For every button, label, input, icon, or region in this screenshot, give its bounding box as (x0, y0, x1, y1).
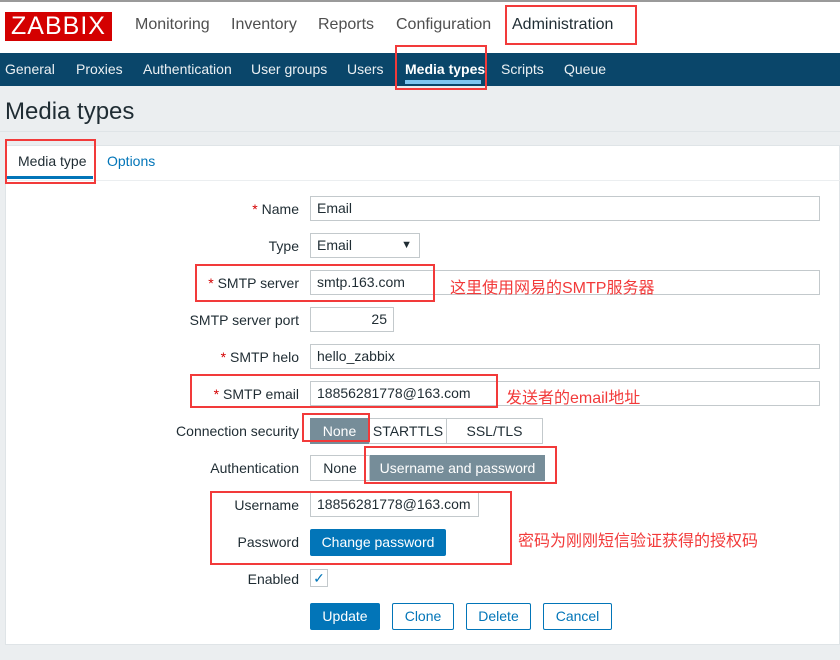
name-input[interactable]: Email (310, 196, 820, 221)
connection-security-label: Connection security (176, 423, 299, 439)
delete-button[interactable]: Delete (466, 603, 531, 630)
annotation-box (190, 374, 498, 408)
tab-options[interactable]: Options (107, 153, 155, 169)
chevron-down-icon: ▼ (401, 239, 412, 251)
menu-reports[interactable]: Reports (318, 16, 374, 34)
authentication-label: Authentication (210, 460, 299, 476)
type-select[interactable]: Email ▼ (310, 233, 420, 258)
security-starttls[interactable]: STARTTLS (369, 418, 447, 444)
menu-inventory[interactable]: Inventory (231, 16, 297, 34)
menu-configuration[interactable]: Configuration (396, 16, 491, 34)
helo-input[interactable]: hello_zabbix (310, 344, 820, 369)
subnav-user-groups[interactable]: User groups (251, 61, 327, 77)
subnav-scripts[interactable]: Scripts (501, 61, 544, 77)
subnav-general[interactable]: General (5, 61, 55, 77)
clone-button[interactable]: Clone (392, 603, 454, 630)
name-label: * Name (252, 201, 299, 217)
annotation-box (210, 491, 512, 565)
subnav-authentication[interactable]: Authentication (143, 61, 232, 77)
annotation-box (195, 264, 435, 302)
page-title: Media types (5, 98, 135, 125)
helo-label: * SMTP helo (220, 349, 299, 365)
annotation-box (5, 139, 96, 184)
annotation-box (505, 5, 637, 45)
annotation-box (364, 446, 557, 484)
zabbix-logo[interactable]: ZABBIX (5, 12, 112, 41)
divider (0, 131, 840, 132)
tabs-divider (5, 180, 840, 181)
subnav-proxies[interactable]: Proxies (76, 61, 123, 77)
annotation-smtp-server: 这里使用网易的SMTP服务器 (450, 280, 655, 297)
port-label: SMTP server port (189, 312, 299, 328)
auth-none[interactable]: None (310, 455, 370, 481)
subnav-queue[interactable]: Queue (564, 61, 606, 77)
annotation-email: 发送者的email地址 (506, 390, 641, 407)
update-button[interactable]: Update (310, 603, 380, 630)
type-label: Type (268, 238, 299, 254)
annotation-password: 密码为刚刚短信验证获得的授权码 (518, 533, 759, 550)
security-ssl-tls[interactable]: SSL/TLS (446, 418, 543, 444)
menu-monitoring[interactable]: Monitoring (135, 16, 210, 34)
checkmark-icon: ✓ (313, 570, 325, 586)
subnav-users[interactable]: Users (347, 61, 384, 77)
port-input[interactable]: 25 (310, 307, 394, 332)
enabled-label: Enabled (247, 571, 299, 587)
enabled-checkbox[interactable]: ✓ (310, 569, 328, 587)
cancel-button[interactable]: Cancel (543, 603, 612, 630)
annotation-box (302, 413, 370, 442)
annotation-box (395, 45, 487, 90)
